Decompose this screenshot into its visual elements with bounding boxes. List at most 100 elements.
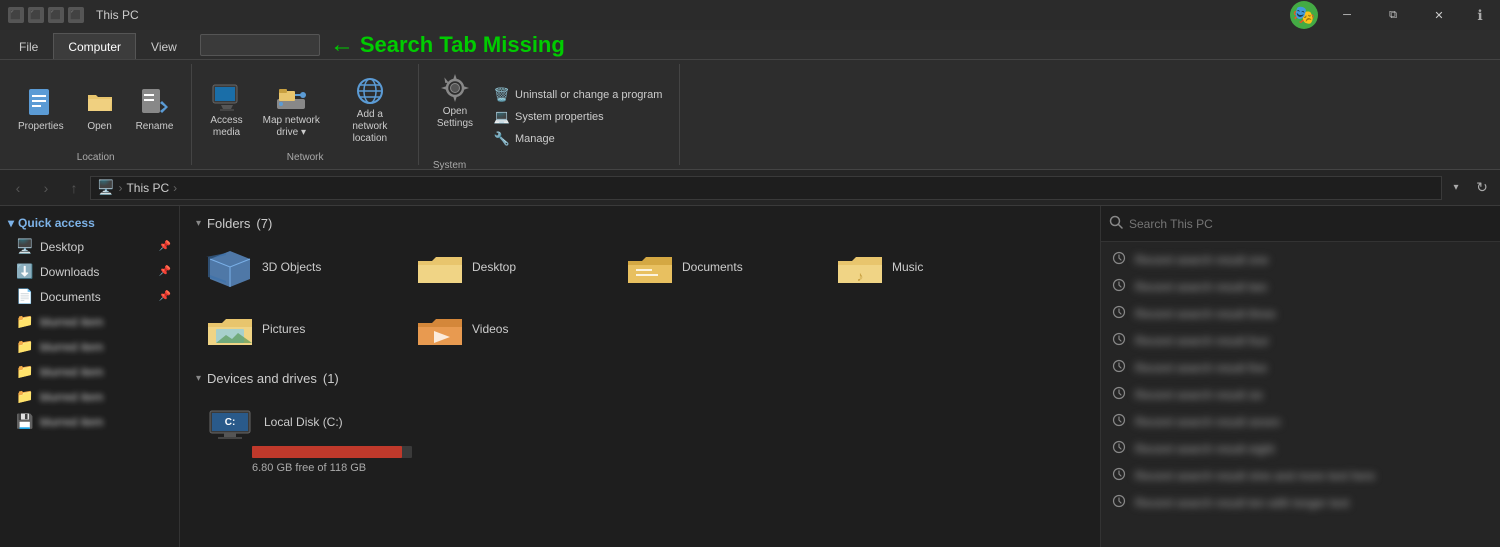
manage-button[interactable]: 🔧 Manage: [489, 129, 667, 149]
desktop-sidebar-icon: 🖥️: [16, 238, 34, 255]
ribbon-group-system: OpenSettings 🗑️ Uninstall or change a pr…: [419, 64, 681, 165]
sidebar-item-blurred5[interactable]: 💾 blurred item: [8, 409, 179, 434]
ribbon-group-location: Properties Open: [0, 64, 192, 165]
ribbon-tabs: File Computer View ← Search Tab Missing: [0, 30, 1500, 60]
history-icon-9: [1111, 467, 1127, 484]
search-results: Recent search result one Recent search r…: [1101, 242, 1500, 547]
forward-button[interactable]: ›: [34, 176, 58, 200]
open-settings-button[interactable]: OpenSettings: [431, 68, 479, 134]
search-result-10[interactable]: Recent search result ten with longer tex…: [1101, 489, 1500, 516]
devices-section-header[interactable]: ▾ Devices and drives (1): [196, 371, 1084, 386]
search-result-5[interactable]: Recent search result five: [1101, 354, 1500, 381]
system-small-buttons: 🗑️ Uninstall or change a program 💻 Syste…: [489, 68, 667, 165]
open-button[interactable]: Open: [78, 83, 122, 137]
sidebar-item-desktop[interactable]: 🖥️ Desktop 📌: [8, 234, 179, 259]
folder-item-music[interactable]: ♪ Music: [826, 241, 1026, 293]
back-button[interactable]: ‹: [6, 176, 30, 200]
annotation-label: Search Tab Missing: [360, 32, 565, 58]
search-panel: Recent search result one Recent search r…: [1100, 206, 1500, 547]
close-button[interactable]: ✕: [1416, 0, 1462, 30]
result-text-10: Recent search result ten with longer tex…: [1135, 496, 1490, 510]
history-icon-8: [1111, 440, 1127, 457]
ribbon-group-network-inner: Accessmedia Map networkdrive ▾: [204, 68, 405, 152]
manage-icon: 🔧: [494, 131, 510, 147]
properties-button[interactable]: Properties: [12, 83, 70, 137]
folder-item-videos[interactable]: Videos: [406, 303, 606, 355]
search-input[interactable]: [1129, 217, 1492, 231]
result-text-4: Recent search result four: [1135, 334, 1490, 348]
documents-pin-icon: 📌: [159, 291, 171, 302]
info-icon[interactable]: ℹ: [1468, 3, 1492, 27]
folders-section-header[interactable]: ▾ Folders (7): [196, 216, 1084, 231]
device-top-c: C: Local Disk (C:): [206, 402, 406, 442]
map-network-drive-button[interactable]: Map networkdrive ▾: [257, 77, 326, 143]
tab-computer[interactable]: Computer: [53, 33, 136, 59]
sidebar-item-blurred3[interactable]: 📁 blurred item: [8, 359, 179, 384]
downloads-sidebar-icon: ⬇️: [16, 263, 34, 280]
address-dropdown[interactable]: ▾: [1446, 176, 1466, 200]
folder-name-3d-objects: 3D Objects: [262, 260, 321, 274]
folder-item-3d-objects[interactable]: 3D Objects: [196, 241, 396, 293]
device-item-c[interactable]: C: Local Disk (C:) 6.80 GB free of 118 G…: [196, 396, 416, 480]
address-path[interactable]: 🖥️ › This PC ›: [90, 176, 1442, 200]
folder-item-desktop[interactable]: Desktop: [406, 241, 606, 293]
system-properties-label: System properties: [515, 111, 604, 123]
sidebar-desktop-label: Desktop: [40, 240, 153, 254]
folder-icon-3d-objects: [206, 247, 254, 287]
search-result-9[interactable]: Recent search result nine and more text …: [1101, 462, 1500, 489]
restore-button[interactable]: ⧉: [1370, 0, 1416, 30]
sidebar-item-downloads[interactable]: ⬇️ Downloads 📌: [8, 259, 179, 284]
quick-access-header[interactable]: ▾ Quick access: [0, 212, 179, 234]
map-network-drive-icon: [275, 81, 307, 113]
folders-label: Folders: [207, 216, 250, 231]
sidebar-sub: 🖥️ Desktop 📌 ⬇️ Downloads 📌 📄 Documents …: [0, 234, 179, 434]
ribbon-group-network: Accessmedia Map networkdrive ▾: [192, 64, 418, 165]
access-media-button[interactable]: Accessmedia: [204, 77, 248, 143]
devices-grid: C: Local Disk (C:) 6.80 GB free of 118 G…: [196, 396, 1084, 480]
uninstall-button[interactable]: 🗑️ Uninstall or change a program: [489, 85, 667, 105]
search-result-1[interactable]: Recent search result one: [1101, 246, 1500, 273]
title-bar-left: ⬛ ⬛ ⬛ ⬛ This PC: [8, 7, 139, 23]
folder-name-desktop: Desktop: [472, 260, 516, 274]
network-group-label: Network: [287, 152, 324, 165]
rename-button[interactable]: Rename: [130, 83, 180, 137]
history-icon-2: [1111, 278, 1127, 295]
history-icon-4: [1111, 332, 1127, 349]
folder-icon-music: ♪: [836, 247, 884, 287]
uninstall-label: Uninstall or change a program: [515, 89, 662, 101]
result-text-8: Recent search result eight: [1135, 442, 1490, 456]
system-properties-button[interactable]: 💻 System properties: [489, 107, 667, 127]
add-network-location-button[interactable]: Add a networklocation: [334, 71, 406, 149]
open-settings-label: OpenSettings: [437, 106, 473, 130]
history-icon-1: [1111, 251, 1127, 268]
sidebar-blurred4-label: blurred item: [40, 390, 171, 404]
add-network-location-icon: [354, 75, 386, 107]
blurred3-icon: 📁: [16, 363, 34, 380]
tab-view[interactable]: View: [136, 33, 192, 59]
search-result-8[interactable]: Recent search result eight: [1101, 435, 1500, 462]
arrow-annotation: ← Search Tab Missing: [330, 31, 565, 59]
search-result-2[interactable]: Recent search result two: [1101, 273, 1500, 300]
folders-count: (7): [256, 216, 272, 231]
search-result-4[interactable]: Recent search result four: [1101, 327, 1500, 354]
green-arrow-icon: ←: [330, 31, 354, 59]
location-group-label: Location: [77, 152, 115, 165]
search-result-7[interactable]: Recent search result seven: [1101, 408, 1500, 435]
folder-grid: 3D Objects Desktop: [196, 241, 1084, 355]
folder-item-pictures[interactable]: Pictures: [196, 303, 396, 355]
open-icon: [84, 87, 116, 119]
sidebar-blurred5-label: blurred item: [40, 415, 171, 429]
refresh-button[interactable]: ↻: [1470, 176, 1494, 200]
sidebar-item-blurred1[interactable]: 📁 blurred item: [8, 309, 179, 334]
up-button[interactable]: ↑: [62, 176, 86, 200]
sidebar-item-documents[interactable]: 📄 Documents 📌: [8, 284, 179, 309]
sidebar-item-blurred4[interactable]: 📁 blurred item: [8, 384, 179, 409]
desktop-pin-icon: 📌: [159, 241, 171, 252]
folder-item-documents[interactable]: Documents: [616, 241, 816, 293]
tab-file[interactable]: File: [4, 33, 53, 59]
search-icon: [1109, 215, 1123, 232]
minimize-button[interactable]: ─: [1324, 0, 1370, 30]
sidebar-item-blurred2[interactable]: 📁 blurred item: [8, 334, 179, 359]
search-result-6[interactable]: Recent search result six: [1101, 381, 1500, 408]
search-result-3[interactable]: Recent search result three: [1101, 300, 1500, 327]
